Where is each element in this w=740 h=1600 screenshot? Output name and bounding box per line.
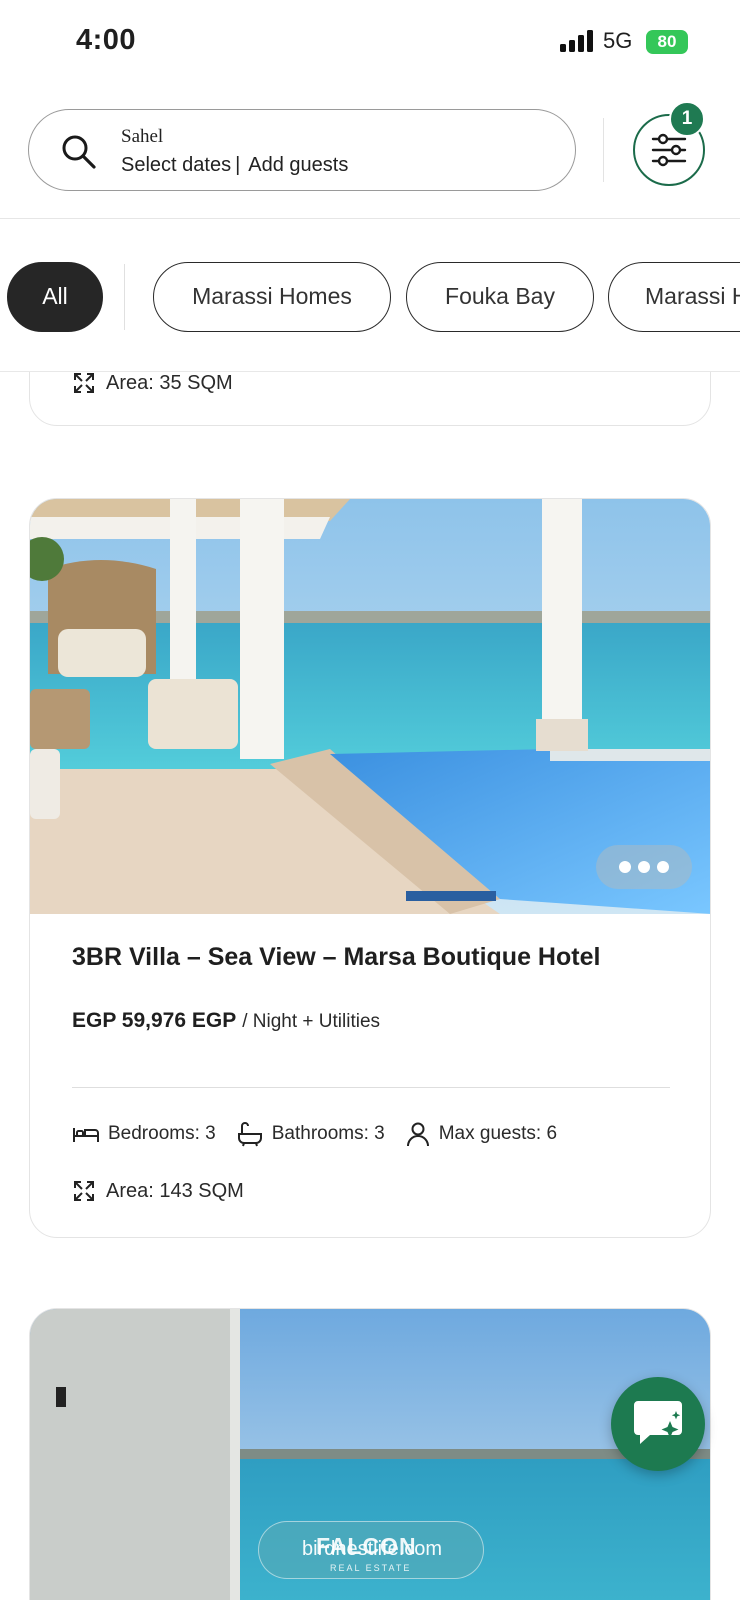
header-divider — [603, 118, 604, 182]
status-bar: 4:00 5G 80 — [0, 0, 740, 84]
amenities-row: Bedrooms: 3 Bathrooms: 3 Max guests: 6 — [72, 1121, 577, 1147]
chat-button[interactable] — [611, 1377, 705, 1471]
header-separator — [0, 218, 740, 219]
more-dot — [657, 861, 669, 873]
listing-price-row: EGP 59,976 EGP / Night + Utilities — [72, 1009, 380, 1033]
bathrooms-label: Bathrooms: 3 — [271, 1123, 385, 1144]
chat-sparkle-icon — [634, 1401, 682, 1444]
listing-price-unit: / Night + Utilities — [242, 1011, 381, 1032]
bed-icon — [73, 1128, 99, 1142]
brand-watermark: FALCON — [316, 1533, 417, 1559]
previous-area-label: Area: 35 SQM — [106, 371, 233, 394]
more-dot — [638, 861, 650, 873]
area-expand-icon — [74, 373, 94, 393]
search-bar[interactable]: Sahel Select dates | Add guests — [28, 109, 576, 191]
more-dot — [619, 861, 631, 873]
previous-area: Area: 35 SQM — [72, 371, 233, 395]
network-type: 5G — [603, 28, 633, 53]
chip-divider — [124, 264, 125, 330]
chip-fouka-bay[interactable]: Fouka Bay — [406, 262, 594, 332]
chip-marassi-homes[interactable]: Marassi Homes — [153, 262, 391, 332]
card-divider — [72, 1087, 670, 1088]
bathtub-icon — [237, 1122, 262, 1147]
area-expand-icon — [74, 1181, 94, 1201]
listing-price: EGP 59,976 EGP — [72, 1009, 237, 1032]
filter-count-badge: 1 — [669, 101, 705, 137]
photo-more-button[interactable] — [596, 845, 692, 889]
listing-card-next[interactable]: birdnestlife.com FALCON REAL ESTATE — [29, 1308, 711, 1600]
user-icon — [406, 1122, 429, 1147]
search-subline: Select dates | Add guests — [121, 154, 348, 177]
search-location: Sahel — [121, 126, 164, 147]
brand-watermark-sub: REAL ESTATE — [330, 1563, 412, 1573]
amenity-bedrooms: Bedrooms: 3 — [72, 1122, 216, 1146]
amenity-bathrooms: Bathrooms: 3 — [236, 1121, 385, 1147]
add-guests[interactable]: Add guests — [248, 154, 348, 176]
category-filter-bar: All Marassi Homes Fouka Bay Marassi H — [0, 220, 740, 372]
battery-indicator: 80 — [646, 30, 688, 54]
status-time: 4:00 — [76, 24, 137, 56]
max-guests-label: Max guests: 6 — [438, 1123, 558, 1144]
search-separator: | — [235, 154, 241, 176]
search-icon — [62, 135, 96, 169]
area-label: Area: 143 SQM — [106, 1179, 244, 1202]
listing-card[interactable]: 3BR Villa – Sea View – Marsa Boutique Ho… — [29, 498, 711, 1238]
amenity-guests: Max guests: 6 — [405, 1121, 557, 1147]
amenity-area: Area: 143 SQM — [72, 1179, 244, 1203]
cellular-signal-icon — [560, 30, 593, 52]
select-dates[interactable]: Select dates — [121, 154, 231, 176]
bedrooms-label: Bedrooms: 3 — [108, 1123, 216, 1144]
listing-title[interactable]: 3BR Villa – Sea View – Marsa Boutique Ho… — [72, 943, 600, 972]
chip-all[interactable]: All — [7, 262, 103, 332]
chip-marassi-h[interactable]: Marassi H — [608, 262, 740, 332]
